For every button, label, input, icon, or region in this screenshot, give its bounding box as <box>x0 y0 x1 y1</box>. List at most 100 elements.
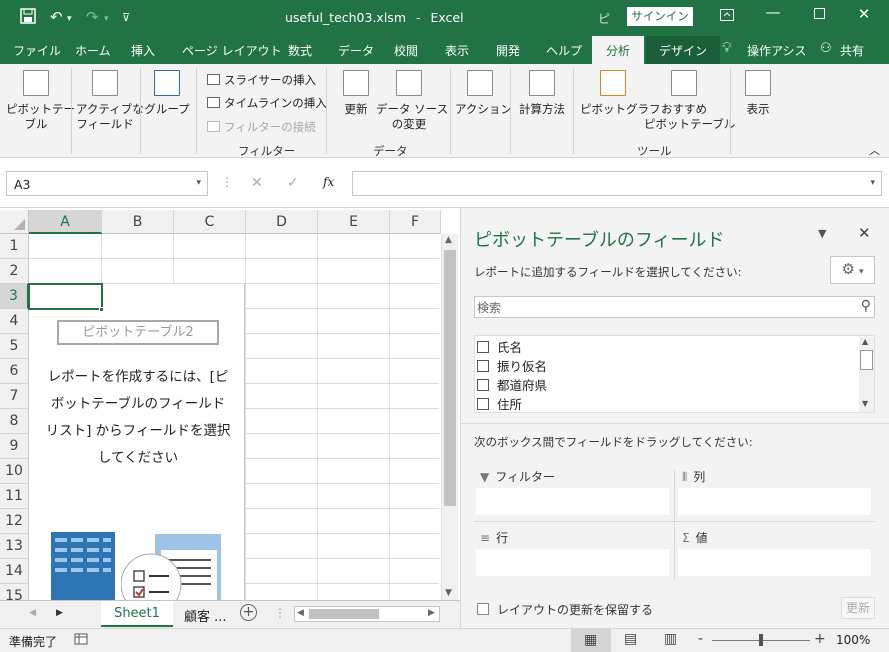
column-header-c[interactable]: C <box>174 210 246 234</box>
pane-close-icon[interactable]: ✕ <box>858 224 871 242</box>
change-data-source-button[interactable]: データ ソース の変更 <box>376 70 448 132</box>
expand-formula-icon[interactable]: ▾ <box>870 178 875 188</box>
row-header-15[interactable]: 15 <box>0 584 29 600</box>
sheet-tab-customers[interactable]: 顧客 ... <box>184 606 227 625</box>
field-item[interactable]: 氏名 <box>477 337 522 356</box>
scroll-down-icon[interactable]: ▼ <box>445 588 452 598</box>
field-list-scrollbar[interactable]: ▲ ▼ <box>859 337 874 412</box>
actions-button[interactable]: アクション <box>455 70 512 117</box>
insert-slicer-button[interactable]: スライサーの挿入 <box>207 72 316 88</box>
row-header-6[interactable]: 6 <box>0 359 29 384</box>
field-list-scroll-thumb[interactable] <box>860 350 873 370</box>
tab-formulas[interactable]: 数式 <box>288 42 312 59</box>
tab-help[interactable]: ヘルプ <box>546 42 582 59</box>
field-checkbox[interactable] <box>477 341 489 353</box>
row-header-3[interactable]: 3 <box>0 284 29 309</box>
row-header-1[interactable]: 1 <box>0 234 29 259</box>
active-cell-a3[interactable] <box>28 283 103 310</box>
zoom-level[interactable]: 100% <box>836 633 870 647</box>
tab-file[interactable]: ファイル <box>13 42 61 59</box>
customize-qat-icon[interactable]: ⊽ <box>122 11 130 24</box>
collapse-ribbon-icon[interactable]: ︿ <box>869 142 880 158</box>
next-sheet-icon[interactable]: ▶ <box>56 608 63 618</box>
zoom-slider-thumb[interactable] <box>759 634 763 646</box>
row-header-5[interactable]: 5 <box>0 334 29 359</box>
row-header-13[interactable]: 13 <box>0 534 29 559</box>
field-list-scroll-up-icon[interactable]: ▲ <box>862 337 868 346</box>
tab-design[interactable]: デザイン <box>646 36 721 64</box>
scroll-left-icon[interactable]: ◀ <box>297 608 304 618</box>
pane-splitter[interactable] <box>461 423 889 424</box>
scroll-up-icon[interactable]: ▲ <box>445 235 452 245</box>
tell-me-box[interactable]: 操作アシス <box>747 42 807 59</box>
maximize-icon[interactable] <box>809 5 829 23</box>
defer-checkbox[interactable] <box>477 603 489 615</box>
column-header-a[interactable]: A <box>29 210 102 234</box>
signin-button[interactable]: サインイン <box>627 7 693 26</box>
worksheet-grid[interactable]: A B C D E F 1 2 3 4 5 6 7 8 9 10 11 12 1… <box>0 208 460 600</box>
page-layout-view-icon[interactable]: ▤ <box>624 631 637 647</box>
field-list-scroll-down-icon[interactable]: ▼ <box>862 399 868 408</box>
macro-record-icon[interactable] <box>74 632 88 649</box>
select-all-corner[interactable] <box>0 210 29 234</box>
zoom-in-button[interactable]: + <box>814 631 826 647</box>
tools-gear-button[interactable]: ⚙ ▾ <box>830 256 875 284</box>
prev-sheet-icon[interactable]: ◀ <box>29 608 36 618</box>
add-sheet-icon[interactable]: + <box>240 604 257 621</box>
close-icon[interactable]: ✕ <box>854 5 874 23</box>
field-item[interactable]: 都道府県 <box>477 375 547 394</box>
row-header-14[interactable]: 14 <box>0 559 29 584</box>
zoom-out-button[interactable]: - <box>698 631 703 647</box>
save-icon[interactable] <box>20 8 36 28</box>
column-header-b[interactable]: B <box>102 210 174 234</box>
sheet-tab-sheet1[interactable]: Sheet1 <box>101 601 173 627</box>
undo-icon[interactable]: ↶ <box>50 8 63 26</box>
fill-handle[interactable] <box>99 307 104 312</box>
show-button[interactable]: 表示 <box>738 70 778 117</box>
scroll-right-icon[interactable]: ▶ <box>428 608 435 618</box>
pivottable-placeholder[interactable]: ピボットテーブル2 レポートを作成するには、[ピ ボットテーブルのフィールド リ… <box>29 284 245 600</box>
refresh-button[interactable]: 更新 <box>337 70 375 117</box>
horizontal-scrollbar[interactable]: ◀ ▶ <box>294 606 440 622</box>
calculations-button[interactable]: 計算方法 <box>515 70 569 117</box>
recommended-pivottables-button[interactable]: おすすめ ピボットテーブル <box>644 70 735 132</box>
filters-drop-area[interactable] <box>476 488 669 515</box>
tab-data[interactable]: データ <box>338 42 374 59</box>
columns-drop-area[interactable] <box>678 488 871 515</box>
minimize-icon[interactable]: — <box>763 3 783 21</box>
tab-page-layout[interactable]: ページ レイアウト <box>182 42 282 59</box>
row-header-11[interactable]: 11 <box>0 484 29 509</box>
field-item[interactable]: 住所 <box>477 394 522 413</box>
group-button[interactable]: グループ <box>144 70 190 117</box>
row-header-4[interactable]: 4 <box>0 309 29 334</box>
insert-function-icon[interactable]: fx <box>323 175 334 189</box>
rows-drop-area[interactable] <box>476 549 669 576</box>
tab-home[interactable]: ホーム <box>75 42 111 59</box>
ribbon-display-options-icon[interactable] <box>717 7 737 25</box>
defer-layout-update[interactable]: レイアウトの更新を保留する <box>477 601 653 618</box>
values-drop-area[interactable] <box>678 549 871 576</box>
share-button[interactable]: 共有 <box>840 42 864 59</box>
field-search-box[interactable]: 検索 ⚲ <box>474 296 875 318</box>
row-header-12[interactable]: 12 <box>0 509 29 534</box>
row-header-10[interactable]: 10 <box>0 459 29 484</box>
row-header-7[interactable]: 7 <box>0 384 29 409</box>
row-header-8[interactable]: 8 <box>0 409 29 434</box>
column-header-e[interactable]: E <box>318 210 390 234</box>
tab-view[interactable]: 表示 <box>445 42 469 59</box>
normal-view-button[interactable]: ▦ <box>571 629 611 652</box>
formula-input[interactable]: ▾ <box>352 171 882 196</box>
tab-insert[interactable]: 挿入 <box>131 42 155 59</box>
name-box[interactable]: A3 ▾ <box>6 171 208 196</box>
field-checkbox[interactable] <box>477 398 489 410</box>
vertical-scroll-thumb[interactable] <box>444 250 456 506</box>
horizontal-scroll-thumb[interactable] <box>309 609 379 619</box>
row-header-2[interactable]: 2 <box>0 259 29 284</box>
tab-split-grip-icon[interactable]: ⋮ <box>274 606 286 620</box>
tab-developer[interactable]: 開発 <box>496 42 520 59</box>
field-checkbox[interactable] <box>477 360 489 372</box>
tab-analyze[interactable]: 分析 <box>592 36 645 64</box>
pivottable-button[interactable]: ピボットテー ブル <box>6 70 75 132</box>
column-header-d[interactable]: D <box>246 210 318 234</box>
tab-review[interactable]: 校閲 <box>394 42 418 59</box>
